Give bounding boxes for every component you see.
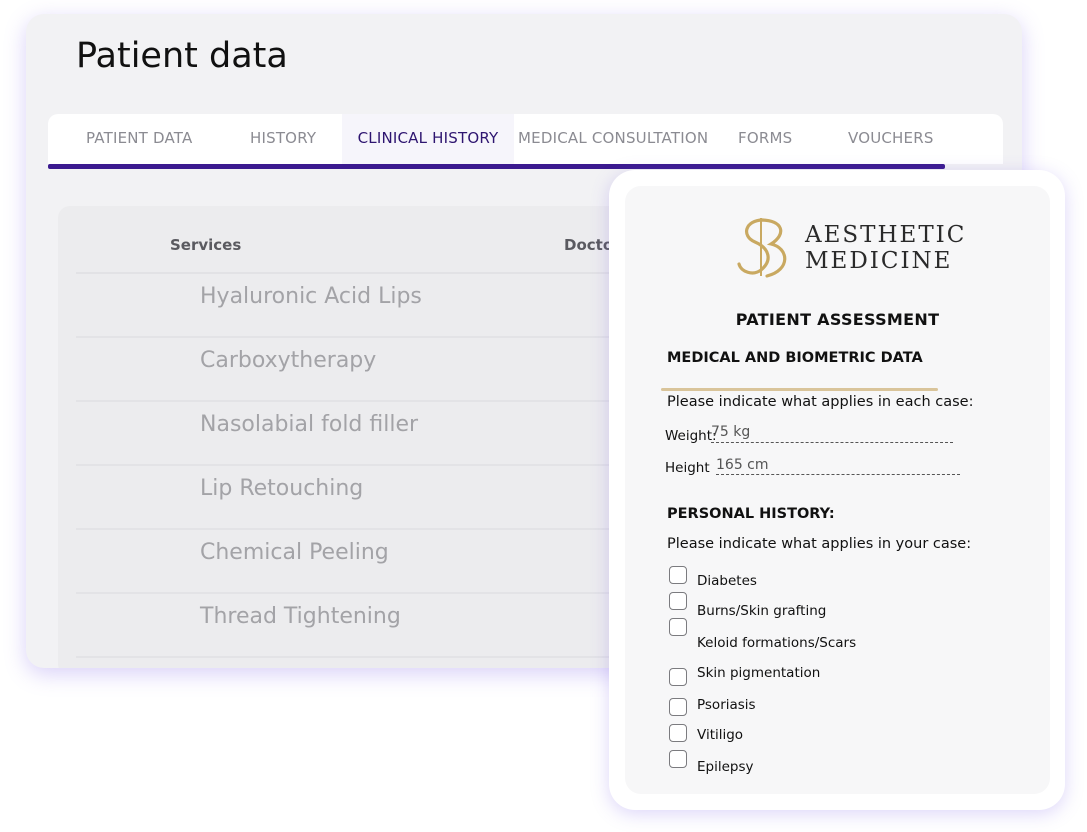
brand-logo-icon [737,218,787,278]
gold-divider [661,388,938,391]
height-field-line [716,474,960,475]
column-header-doctor: Docto [564,236,614,254]
table-row[interactable]: Chemical Peeling [76,530,636,594]
table-row[interactable]: Carboxytherapy [76,338,636,402]
biometric-instruction: Please indicate what applies in each cas… [667,394,974,410]
tab-patient-data[interactable]: PATIENT DATA [86,114,216,164]
service-name: Hyaluronic Acid Lips [200,284,422,309]
checkbox-label: Keloid formations/Scars [697,635,857,651]
weight-value[interactable]: 75 kg [711,424,750,440]
table-row[interactable]: Lip Retouching [76,466,636,530]
table-row[interactable]: Thread Tightening [76,594,636,658]
checkbox-label: Skin pigmentation [697,665,821,681]
form-sheet: AESTHETIC MEDICINE PATIENT ASSESSMENT ME… [625,186,1050,794]
tab-clinical-history[interactable]: CLINICAL HISTORY [342,114,514,164]
height-label: Height [665,460,710,476]
service-name: Carboxytherapy [200,348,377,373]
weight-label: Weight: [665,428,717,444]
table-row[interactable]: Hyaluronic Acid Lips [76,274,636,338]
tab-vouchers[interactable]: VOUCHERS [848,114,948,164]
tab-bar: PATIENT DATA HISTORY CLINICAL HISTORY ME… [48,114,1003,164]
tab-history[interactable]: HISTORY [250,114,340,164]
brand-line-2: MEDICINE [805,248,953,274]
checkbox-diabetes[interactable] [669,566,687,584]
service-name: Chemical Peeling [200,540,389,565]
checkbox-label: Burns/Skin grafting [697,603,827,619]
checkbox-label: Epilepsy [697,759,754,775]
form-title: PATIENT ASSESSMENT [735,310,940,329]
service-name: Nasolabial fold filler [200,412,419,437]
history-instruction: Please indicate what applies in your cas… [667,536,972,552]
checkbox-vitiligo[interactable] [669,724,687,742]
weight-field-line [711,442,953,443]
checkbox-psoriasis[interactable] [669,698,687,716]
checkbox-burns-skin-grafting[interactable] [669,592,687,610]
service-name: Thread Tightening [200,604,401,629]
height-value[interactable]: 165 cm [716,457,769,473]
checkbox-label: Vitiligo [697,727,744,743]
checkbox-epilepsy[interactable] [669,750,687,768]
page-title: Patient data [76,36,288,76]
checkbox-label: Psoriasis [697,697,756,713]
patient-assessment-form: AESTHETIC MEDICINE PATIENT ASSESSMENT ME… [609,170,1065,810]
brand-name: AESTHETIC MEDICINE [805,222,966,274]
history-heading: PERSONAL HISTORY: [667,506,835,522]
column-header-services: Services [170,236,242,254]
tab-medical-consultation[interactable]: MEDICAL CONSULTATION [518,114,718,164]
checkbox-skin-pigmentation[interactable] [669,668,687,686]
service-name: Lip Retouching [200,476,364,501]
tab-active-indicator [48,164,945,169]
checkbox-label: Diabetes [697,573,757,589]
checkbox-keloid-scars[interactable] [669,618,687,636]
table-row[interactable]: Nasolabial fold filler [76,402,636,466]
brand-line-1: AESTHETIC [805,222,967,248]
biometric-heading: MEDICAL AND BIOMETRIC DATA [667,350,923,366]
tab-forms[interactable]: FORMS [738,114,808,164]
